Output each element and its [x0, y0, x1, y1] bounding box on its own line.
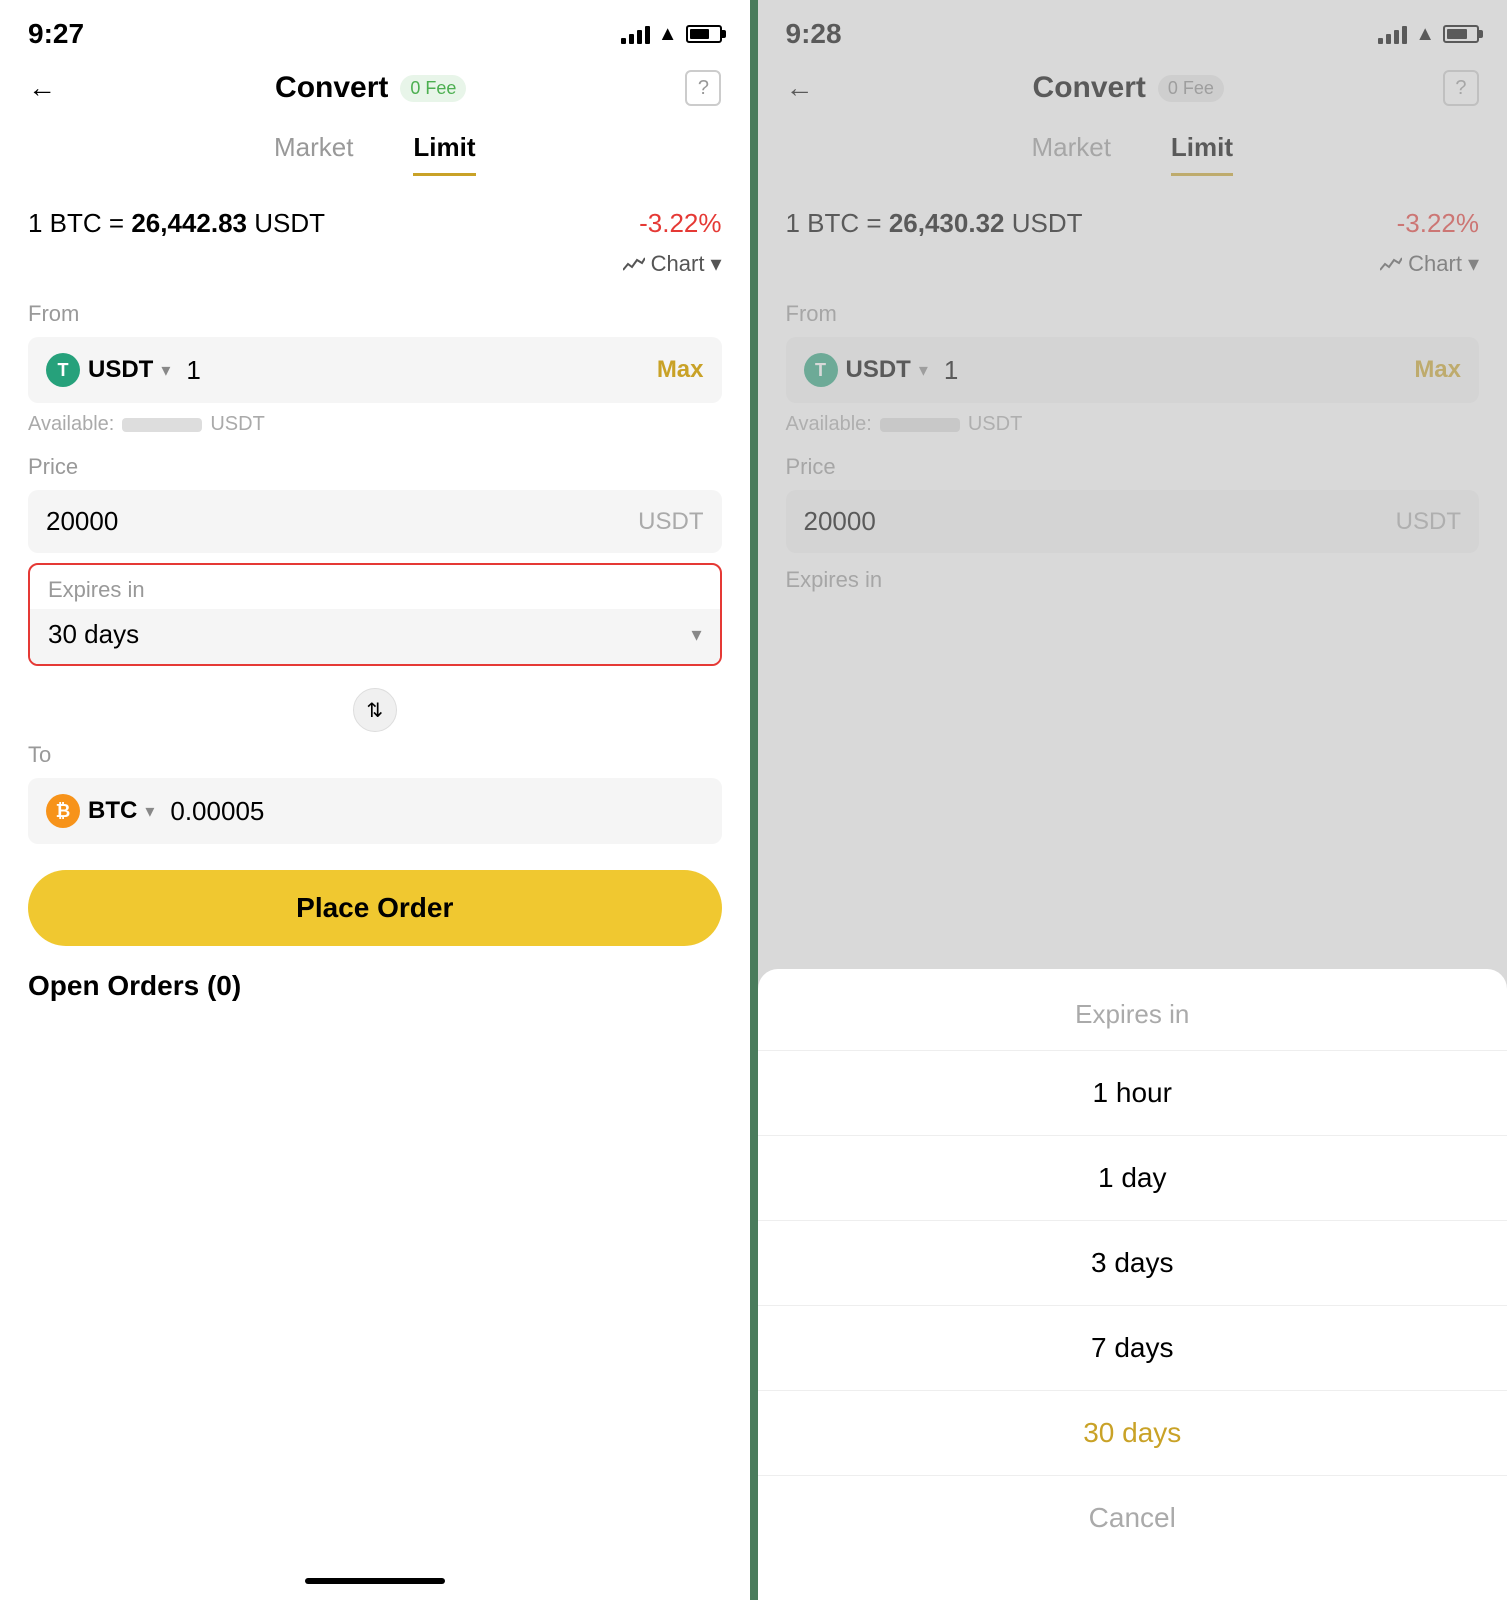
time-left: 9:27: [28, 18, 84, 50]
from-currency-arrow-left: ▾: [161, 360, 170, 381]
expires-value-left: 30 days: [48, 619, 139, 650]
from-input-row-left: T USDT ▾ 1 Max: [28, 337, 722, 403]
wifi-icon-left: ▲: [658, 23, 678, 46]
bottom-sheet: Expires in 1 hour 1 day 3 days 7 days 30…: [758, 969, 1507, 1600]
signal-icon-left: [621, 24, 650, 44]
to-currency-arrow-left: ▾: [145, 801, 154, 822]
available-blur-left: [122, 418, 202, 432]
to-label-left: To: [28, 742, 722, 768]
swap-button-left[interactable]: ⇅: [353, 688, 397, 732]
sheet-option-1day[interactable]: 1 day: [758, 1136, 1507, 1221]
right-panel: 9:28 ▲ ← Convert 0 Fee ? Market Limit: [758, 0, 1507, 1600]
page-title-left: Convert: [275, 71, 388, 105]
home-indicator-left: [305, 1578, 445, 1584]
max-button-left[interactable]: Max: [657, 356, 704, 384]
from-currency-selector-left[interactable]: T USDT ▾: [46, 353, 170, 387]
from-value-left[interactable]: 1: [186, 355, 656, 386]
price-unit-left: USDT: [638, 508, 703, 536]
status-bar-left: 9:27 ▲: [28, 0, 722, 60]
sheet-cancel-button[interactable]: Cancel: [758, 1476, 1507, 1560]
sheet-option-1hour[interactable]: 1 hour: [758, 1051, 1507, 1136]
expires-label-left: Expires in: [30, 565, 720, 609]
to-input-row-left: ₿ BTC ▾ 0.00005: [28, 778, 722, 844]
sheet-option-7days[interactable]: 7 days: [758, 1306, 1507, 1391]
price-input-row-left: 20000 USDT: [28, 490, 722, 553]
expires-value-row-left[interactable]: 30 days ▾: [30, 609, 720, 664]
price-value-left[interactable]: 20000: [46, 506, 638, 537]
open-orders-left: Open Orders (0): [28, 970, 722, 1002]
rate-text-left: 1 BTC = 26,442.83 USDT: [28, 208, 325, 239]
tabs-left: Market Limit: [28, 122, 722, 176]
sheet-title: Expires in: [758, 969, 1507, 1051]
to-value-left[interactable]: 0.00005: [170, 796, 703, 827]
from-currency-name-left: USDT: [88, 356, 153, 384]
to-currency-name-left: BTC: [88, 797, 137, 825]
rate-row-left: 1 BTC = 26,442.83 USDT -3.22%: [28, 200, 722, 247]
btc-icon-left: ₿: [46, 794, 80, 828]
to-currency-selector-left[interactable]: ₿ BTC ▾: [46, 794, 154, 828]
expires-arrow-left: ▾: [691, 622, 701, 647]
sheet-option-30days[interactable]: 30 days: [758, 1391, 1507, 1476]
from-label-left: From: [28, 301, 722, 327]
place-order-button-left[interactable]: Place Order: [28, 870, 722, 946]
left-panel: 9:27 ▲ ← Convert 0 Fee ? Market Limit: [0, 0, 750, 1600]
expires-box-left: Expires in 30 days ▾: [28, 563, 722, 666]
rate-change-left: -3.22%: [639, 208, 721, 239]
chart-row-left: Chart ▾: [28, 251, 722, 277]
tab-limit-left[interactable]: Limit: [413, 132, 475, 176]
chart-button-left[interactable]: Chart ▾: [623, 251, 722, 277]
usdt-icon-left: T: [46, 353, 80, 387]
battery-icon-left: [686, 25, 722, 43]
help-icon-left[interactable]: ?: [685, 70, 721, 106]
sheet-option-3days[interactable]: 3 days: [758, 1221, 1507, 1306]
back-button-left[interactable]: ←: [28, 72, 56, 104]
price-label-left: Price: [28, 454, 722, 480]
fee-badge-left: 0 Fee: [400, 75, 466, 102]
swap-row-left: ⇅: [28, 688, 722, 732]
tab-market-left[interactable]: Market: [274, 132, 353, 176]
status-icons-left: ▲: [621, 23, 722, 46]
chart-icon-left: [623, 256, 645, 272]
header-left: ← Convert 0 Fee ?: [28, 60, 722, 122]
panel-divider: [750, 0, 758, 1600]
available-row-left: Available: USDT: [28, 413, 722, 436]
header-center-left: Convert 0 Fee: [275, 71, 466, 105]
